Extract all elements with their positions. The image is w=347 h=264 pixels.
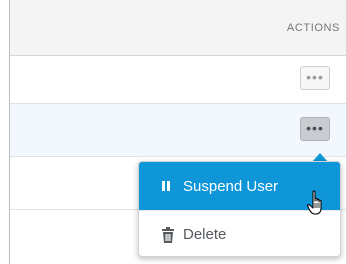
delete-menu-item[interactable]: Delete <box>139 210 340 258</box>
actions-column-header: ACTIONS <box>286 22 340 34</box>
row-actions-button[interactable]: ••• <box>300 66 330 90</box>
suspend-user-label: Suspend User <box>183 177 279 195</box>
table-row <box>10 56 346 104</box>
table-row-hovered <box>10 104 346 157</box>
hand-pointer-icon <box>307 190 322 215</box>
users-table-region: ACTIONS ••• ••• Suspend User Delete <box>0 0 347 264</box>
pause-icon <box>161 180 179 192</box>
table-header: ACTIONS <box>10 0 346 56</box>
delete-label: Delete <box>183 226 227 243</box>
trash-icon <box>161 226 179 243</box>
row-actions-button-active[interactable]: ••• <box>300 117 330 141</box>
